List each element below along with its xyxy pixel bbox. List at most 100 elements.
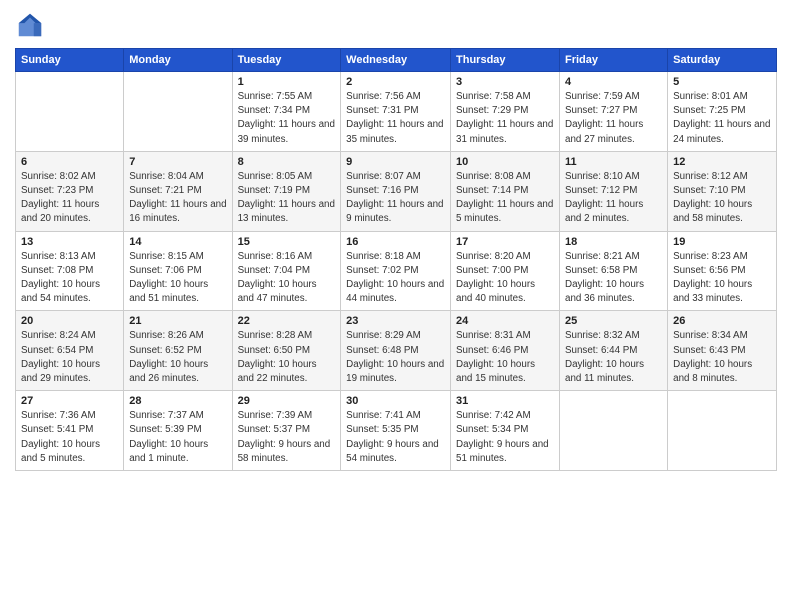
calendar-week-row: 27 Sunrise: 7:36 AM Sunset: 5:41 PM Dayli…: [16, 391, 777, 471]
day-number: 21: [129, 315, 226, 327]
logo-icon: [15, 10, 45, 40]
day-number: 29: [238, 395, 336, 407]
day-info: Sunrise: 8:08 AM Sunset: 7:14 PM Dayligh…: [456, 170, 554, 227]
calendar-cell: 2 Sunrise: 7:56 AM Sunset: 7:31 PM Daylig…: [341, 72, 451, 152]
day-number: 10: [456, 156, 554, 168]
day-info: Sunrise: 8:29 AM Sunset: 6:48 PM Dayligh…: [346, 329, 445, 386]
day-info: Sunrise: 8:18 AM Sunset: 7:02 PM Dayligh…: [346, 250, 445, 307]
day-info: Sunrise: 8:21 AM Sunset: 6:58 PM Dayligh…: [565, 250, 662, 307]
day-number: 31: [456, 395, 554, 407]
calendar-cell: 27 Sunrise: 7:36 AM Sunset: 5:41 PM Dayli…: [16, 391, 124, 471]
header: [15, 10, 777, 40]
day-number: 3: [456, 76, 554, 88]
day-info: Sunrise: 8:10 AM Sunset: 7:12 PM Dayligh…: [565, 170, 662, 227]
calendar-cell: 17 Sunrise: 8:20 AM Sunset: 7:00 PM Dayli…: [451, 231, 560, 311]
calendar-cell: 25Sunrise: 8:32 AM Sunset: 6:44 PM Dayli…: [560, 311, 668, 391]
day-number: 8: [238, 156, 336, 168]
day-info: Sunrise: 7:41 AM Sunset: 5:35 PM Dayligh…: [346, 409, 445, 466]
day-number: 7: [129, 156, 226, 168]
calendar-cell: 14Sunrise: 8:15 AM Sunset: 7:06 PM Dayli…: [124, 231, 232, 311]
calendar-cell: [560, 391, 668, 471]
day-info: Sunrise: 8:02 AM Sunset: 7:23 PM Dayligh…: [21, 170, 118, 227]
calendar-cell: 21 Sunrise: 8:26 AM Sunset: 6:52 PM Dayli…: [124, 311, 232, 391]
day-info: Sunrise: 8:12 AM Sunset: 7:10 PM Dayligh…: [673, 170, 771, 227]
day-info: Sunrise: 8:20 AM Sunset: 7:00 PM Dayligh…: [456, 250, 554, 307]
day-number: 4: [565, 76, 662, 88]
day-info: Sunrise: 8:26 AM Sunset: 6:52 PM Dayligh…: [129, 329, 226, 386]
day-number: 13: [21, 236, 118, 248]
day-number: 5: [673, 76, 771, 88]
calendar-cell: 15Sunrise: 8:16 AM Sunset: 7:04 PM Dayli…: [232, 231, 341, 311]
day-number: 22: [238, 315, 336, 327]
day-number: 17: [456, 236, 554, 248]
day-number: 11: [565, 156, 662, 168]
weekday-header: Wednesday: [341, 49, 451, 72]
day-info: Sunrise: 8:07 AM Sunset: 7:16 PM Dayligh…: [346, 170, 445, 227]
day-info: Sunrise: 7:59 AM Sunset: 7:27 PM Dayligh…: [565, 90, 662, 147]
calendar-week-row: 20 Sunrise: 8:24 AM Sunset: 6:54 PM Dayli…: [16, 311, 777, 391]
calendar-cell: 9 Sunrise: 8:07 AM Sunset: 7:16 PM Daylig…: [341, 151, 451, 231]
day-info: Sunrise: 8:31 AM Sunset: 6:46 PM Dayligh…: [456, 329, 554, 386]
calendar-cell: 24 Sunrise: 8:31 AM Sunset: 6:46 PM Dayli…: [451, 311, 560, 391]
day-number: 26: [673, 315, 771, 327]
day-info: Sunrise: 7:56 AM Sunset: 7:31 PM Dayligh…: [346, 90, 445, 147]
calendar-cell: 20 Sunrise: 8:24 AM Sunset: 6:54 PM Dayli…: [16, 311, 124, 391]
calendar-cell: 30 Sunrise: 7:41 AM Sunset: 5:35 PM Dayli…: [341, 391, 451, 471]
day-info: Sunrise: 8:05 AM Sunset: 7:19 PM Dayligh…: [238, 170, 336, 227]
day-number: 27: [21, 395, 118, 407]
calendar-cell: 22 Sunrise: 8:28 AM Sunset: 6:50 PM Dayli…: [232, 311, 341, 391]
day-number: 24: [456, 315, 554, 327]
calendar-cell: 26 Sunrise: 8:34 AM Sunset: 6:43 PM Dayli…: [668, 311, 777, 391]
day-number: 6: [21, 156, 118, 168]
day-info: Sunrise: 8:23 AM Sunset: 6:56 PM Dayligh…: [673, 250, 771, 307]
calendar-cell: 3 Sunrise: 7:58 AM Sunset: 7:29 PM Daylig…: [451, 72, 560, 152]
calendar-cell: 29 Sunrise: 7:39 AM Sunset: 5:37 PM Dayli…: [232, 391, 341, 471]
day-number: 14: [129, 236, 226, 248]
day-number: 16: [346, 236, 445, 248]
calendar-cell: [124, 72, 232, 152]
day-info: Sunrise: 7:39 AM Sunset: 5:37 PM Dayligh…: [238, 409, 336, 466]
weekday-header: Sunday: [16, 49, 124, 72]
calendar-cell: 7 Sunrise: 8:04 AM Sunset: 7:21 PM Daylig…: [124, 151, 232, 231]
calendar-week-row: 1Sunrise: 7:55 AM Sunset: 7:34 PM Daylig…: [16, 72, 777, 152]
calendar-cell: 1Sunrise: 7:55 AM Sunset: 7:34 PM Daylig…: [232, 72, 341, 152]
day-info: Sunrise: 7:58 AM Sunset: 7:29 PM Dayligh…: [456, 90, 554, 147]
day-info: Sunrise: 8:28 AM Sunset: 6:50 PM Dayligh…: [238, 329, 336, 386]
weekday-header: Friday: [560, 49, 668, 72]
page: SundayMondayTuesdayWednesdayThursdayFrid…: [0, 0, 792, 612]
day-number: 23: [346, 315, 445, 327]
day-number: 2: [346, 76, 445, 88]
day-number: 1: [238, 76, 336, 88]
day-info: Sunrise: 7:36 AM Sunset: 5:41 PM Dayligh…: [21, 409, 118, 466]
day-info: Sunrise: 7:37 AM Sunset: 5:39 PM Dayligh…: [129, 409, 226, 466]
calendar-cell: 28Sunrise: 7:37 AM Sunset: 5:39 PM Dayli…: [124, 391, 232, 471]
weekday-header: Tuesday: [232, 49, 341, 72]
calendar-cell: 11 Sunrise: 8:10 AM Sunset: 7:12 PM Dayli…: [560, 151, 668, 231]
calendar-cell: 13 Sunrise: 8:13 AM Sunset: 7:08 PM Dayli…: [16, 231, 124, 311]
day-number: 20: [21, 315, 118, 327]
calendar-cell: 23 Sunrise: 8:29 AM Sunset: 6:48 PM Dayli…: [341, 311, 451, 391]
day-number: 12: [673, 156, 771, 168]
calendar-cell: 5Sunrise: 8:01 AM Sunset: 7:25 PM Daylig…: [668, 72, 777, 152]
day-info: Sunrise: 8:24 AM Sunset: 6:54 PM Dayligh…: [21, 329, 118, 386]
day-number: 9: [346, 156, 445, 168]
day-number: 19: [673, 236, 771, 248]
calendar-cell: 31Sunrise: 7:42 AM Sunset: 5:34 PM Dayli…: [451, 391, 560, 471]
calendar-cell: [16, 72, 124, 152]
day-info: Sunrise: 8:04 AM Sunset: 7:21 PM Dayligh…: [129, 170, 226, 227]
calendar-cell: 8 Sunrise: 8:05 AM Sunset: 7:19 PM Daylig…: [232, 151, 341, 231]
weekday-header: Saturday: [668, 49, 777, 72]
calendar-cell: 19 Sunrise: 8:23 AM Sunset: 6:56 PM Dayli…: [668, 231, 777, 311]
day-number: 30: [346, 395, 445, 407]
day-info: Sunrise: 8:34 AM Sunset: 6:43 PM Dayligh…: [673, 329, 771, 386]
day-info: Sunrise: 8:13 AM Sunset: 7:08 PM Dayligh…: [21, 250, 118, 307]
calendar-cell: 16 Sunrise: 8:18 AM Sunset: 7:02 PM Dayli…: [341, 231, 451, 311]
calendar-table: SundayMondayTuesdayWednesdayThursdayFrid…: [15, 48, 777, 471]
calendar-cell: 6 Sunrise: 8:02 AM Sunset: 7:23 PM Daylig…: [16, 151, 124, 231]
calendar-cell: 10 Sunrise: 8:08 AM Sunset: 7:14 PM Dayli…: [451, 151, 560, 231]
calendar-week-row: 13 Sunrise: 8:13 AM Sunset: 7:08 PM Dayli…: [16, 231, 777, 311]
calendar-cell: [668, 391, 777, 471]
calendar-cell: 4 Sunrise: 7:59 AM Sunset: 7:27 PM Daylig…: [560, 72, 668, 152]
calendar-week-row: 6 Sunrise: 8:02 AM Sunset: 7:23 PM Daylig…: [16, 151, 777, 231]
calendar-cell: 18Sunrise: 8:21 AM Sunset: 6:58 PM Dayli…: [560, 231, 668, 311]
